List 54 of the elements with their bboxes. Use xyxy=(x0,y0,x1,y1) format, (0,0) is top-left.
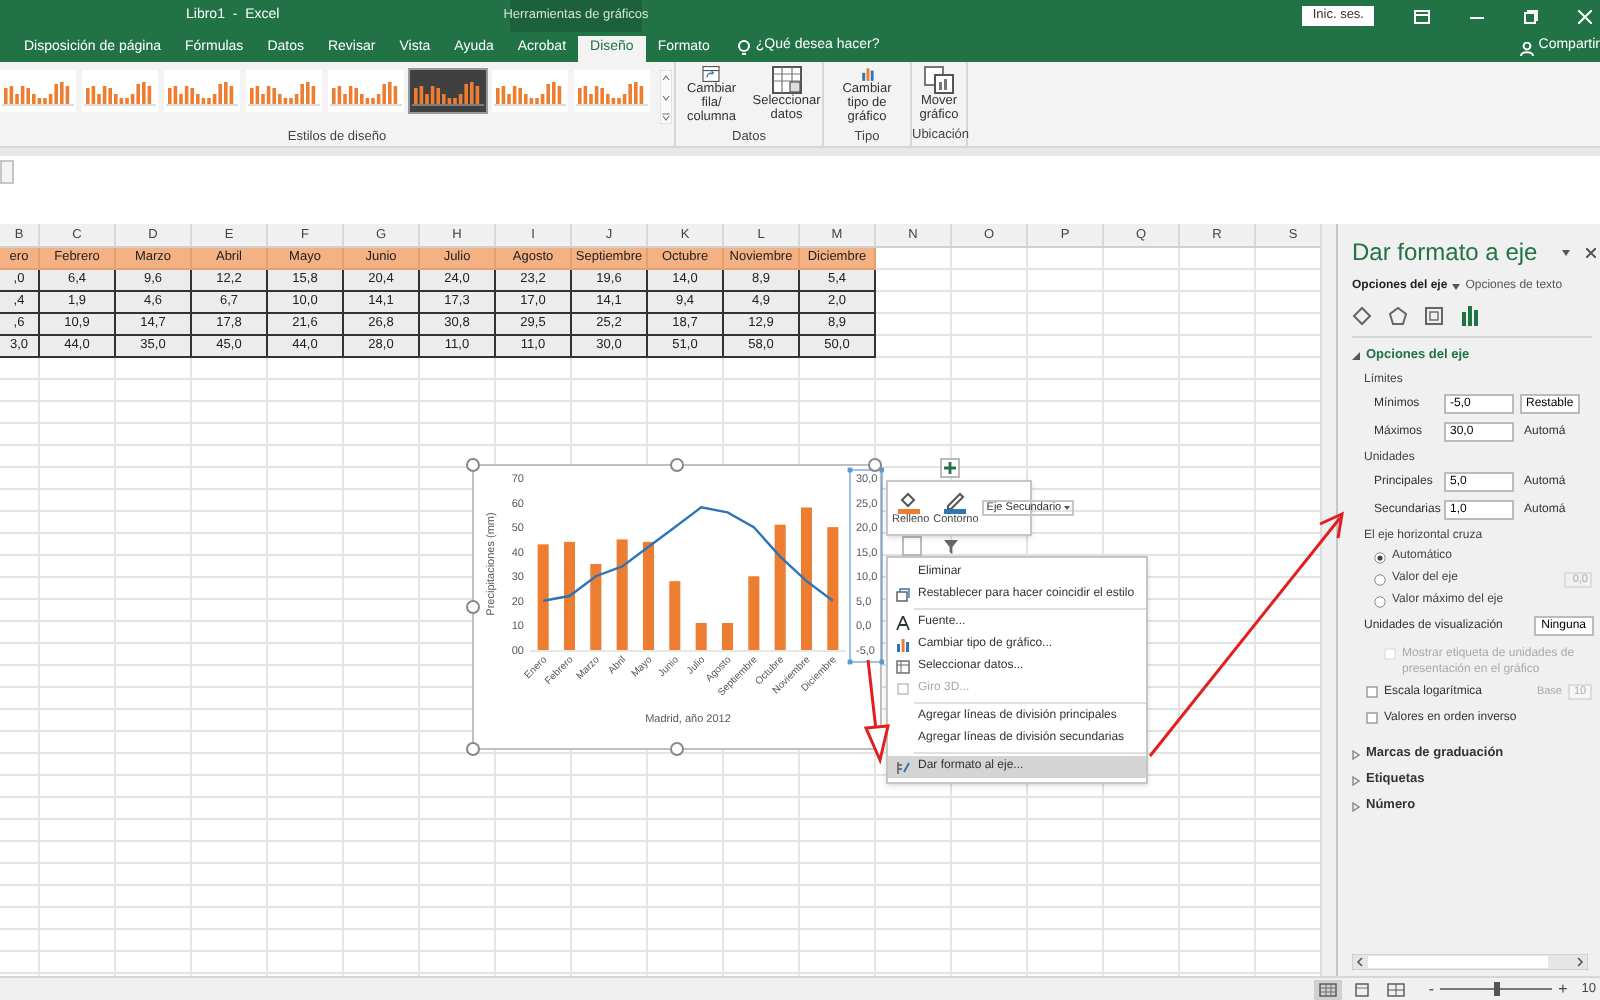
bar-chart-icon xyxy=(895,638,909,652)
gallery-scroll-bar[interactable] xyxy=(660,70,672,124)
lightbulb-icon xyxy=(737,40,750,56)
ribbon-display-icon[interactable] xyxy=(1414,9,1430,23)
size-properties-icon[interactable] xyxy=(1424,306,1444,326)
page-break-icon[interactable] xyxy=(1382,979,1411,999)
radio-button[interactable] xyxy=(1374,573,1386,586)
radio-button[interactable] xyxy=(1374,595,1386,608)
zoom-out-button[interactable]: - xyxy=(1428,981,1435,997)
collapsed-triangle-icon[interactable] xyxy=(1352,775,1360,786)
axis-selection-box[interactable] xyxy=(847,467,884,665)
checkbox[interactable] xyxy=(1366,685,1378,698)
panel-title: Dar formato a eje xyxy=(1352,236,1538,270)
pentagon-icon[interactable] xyxy=(1388,306,1408,326)
chart-style-thumbnail[interactable] xyxy=(82,70,158,112)
chart-style-thumbnail[interactable] xyxy=(574,70,650,112)
resize-handle[interactable] xyxy=(466,742,480,756)
chart-styles-button[interactable] xyxy=(902,536,922,556)
chart-elements-button[interactable] xyxy=(940,458,960,478)
checkbox[interactable] xyxy=(1366,711,1378,724)
chart-style-thumbnail[interactable] xyxy=(492,70,568,112)
close-icon[interactable] xyxy=(1586,247,1596,257)
pen-icon xyxy=(943,490,968,514)
zoom-in-button[interactable]: + xyxy=(1558,981,1568,997)
table-icon xyxy=(895,660,909,674)
collapsed-triangle-icon[interactable] xyxy=(1352,801,1360,812)
caret-icon xyxy=(1063,506,1070,510)
letter-icon xyxy=(895,616,909,630)
expanded-triangle-icon[interactable] xyxy=(1352,351,1360,360)
chart-style-thumbnail[interactable] xyxy=(410,70,486,112)
resize-handle[interactable] xyxy=(670,742,684,756)
normal-view-icon[interactable] xyxy=(1314,979,1343,999)
chart-style-thumbnail[interactable] xyxy=(328,70,404,112)
radio-button[interactable] xyxy=(1374,551,1386,564)
cube-icon xyxy=(895,682,909,696)
chart-style-thumbnail[interactable] xyxy=(246,70,322,112)
caret-icon xyxy=(1451,284,1460,290)
chart-style-thumbnail[interactable] xyxy=(164,70,240,112)
chart-filter-button[interactable] xyxy=(940,536,960,556)
copy-icon xyxy=(895,588,909,602)
axis-icon xyxy=(895,760,909,774)
slider-thumb[interactable] xyxy=(1493,982,1500,996)
resize-handle[interactable] xyxy=(466,600,480,614)
collapsed-triangle-icon[interactable] xyxy=(1352,749,1360,760)
plus-icon xyxy=(944,462,956,474)
person-icon xyxy=(1520,42,1535,56)
restore-icon[interactable] xyxy=(1524,9,1538,23)
resize-handle[interactable] xyxy=(466,458,480,472)
chart-style-thumbnail[interactable] xyxy=(0,70,76,112)
bar-chart-icon[interactable] xyxy=(1460,306,1480,326)
horizontal-scrollbar[interactable] xyxy=(1352,954,1588,970)
dropdown-caret-icon[interactable] xyxy=(1562,249,1570,255)
vertical-scrollbar[interactable] xyxy=(1320,224,1336,976)
resize-handle[interactable] xyxy=(670,458,684,472)
